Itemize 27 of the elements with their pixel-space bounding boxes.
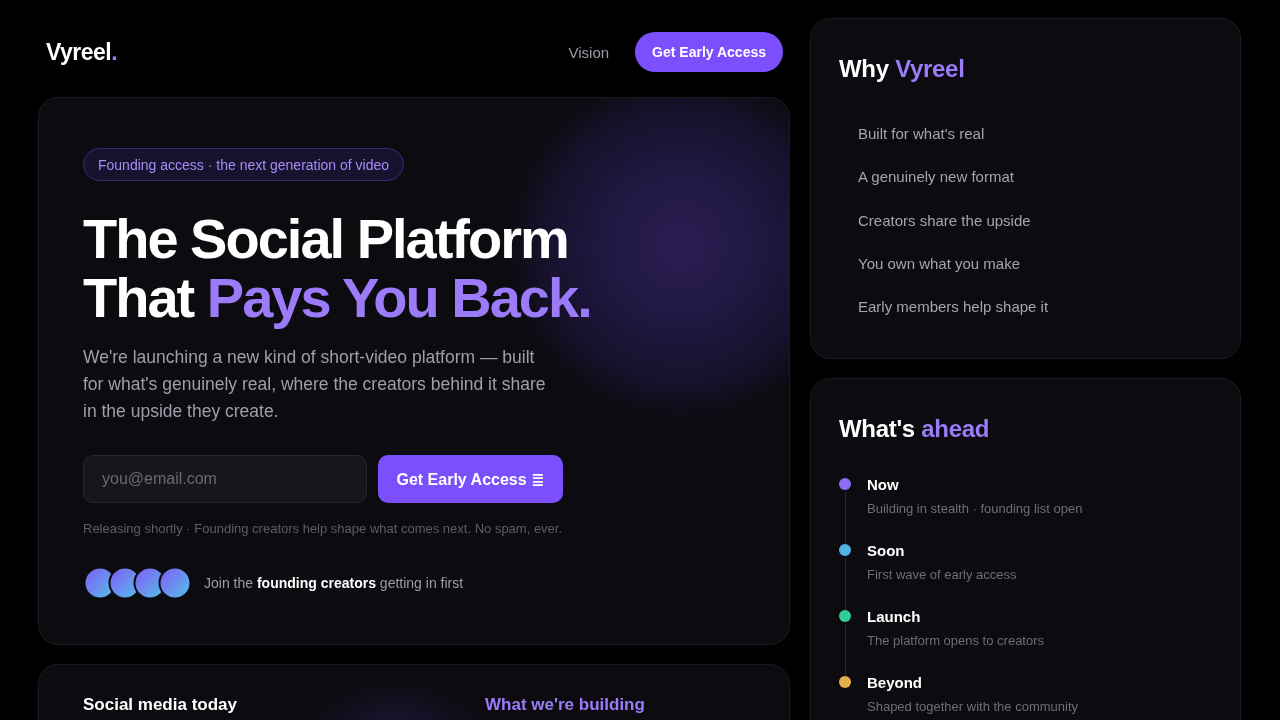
milestone-label: Launch	[867, 607, 921, 627]
milestone-description: First wave of early access	[867, 566, 1017, 584]
card-title: What's ahead	[839, 414, 990, 444]
feature-item: Built for what's real	[858, 124, 985, 144]
submit-button[interactable]: Get Early Access ≣	[378, 455, 563, 503]
feature-item: You own what you make	[858, 253, 1021, 274]
signup-note: Releasing shortly · Founding creators help shape what comes next. No spam, ever.	[83, 520, 563, 538]
feature-item: Creators share the upside	[858, 210, 1031, 231]
milestone-description: Building in stealth · founding list open	[867, 500, 1083, 518]
milestone-label: Soon	[867, 541, 905, 561]
milestone-description: Shaped together with the community	[867, 698, 1078, 716]
column-heading: What we're building	[485, 695, 645, 715]
email-field[interactable]: you@email.com	[83, 455, 367, 503]
social-proof-text: Join the founding creators getting in first	[204, 575, 464, 591]
hero-description: We're launching a new kind of short-video platform — built for what's genuinely real, where the creators behind it share in the upside they create.	[83, 346, 547, 423]
milestone-label: Now	[867, 475, 899, 495]
get-access-button[interactable]: Get Early Access	[635, 32, 783, 72]
feature-item: A genuinely new format	[858, 167, 1014, 188]
logo[interactable]: Vyreel.	[46, 38, 118, 66]
hero-headline: The Social Platform That Pays You Back.	[83, 209, 591, 327]
announcement-pill: Founding access · the next generation of video	[83, 148, 405, 181]
nav-link[interactable]: Vision	[568, 43, 610, 61]
milestone-label: Beyond	[867, 673, 922, 693]
card-title: Why Vyreel	[839, 54, 965, 84]
milestone-description: The platform opens to creators	[867, 632, 1045, 650]
column-heading: Social media today	[83, 695, 237, 715]
feature-item: Early members help shape it	[858, 297, 1049, 318]
